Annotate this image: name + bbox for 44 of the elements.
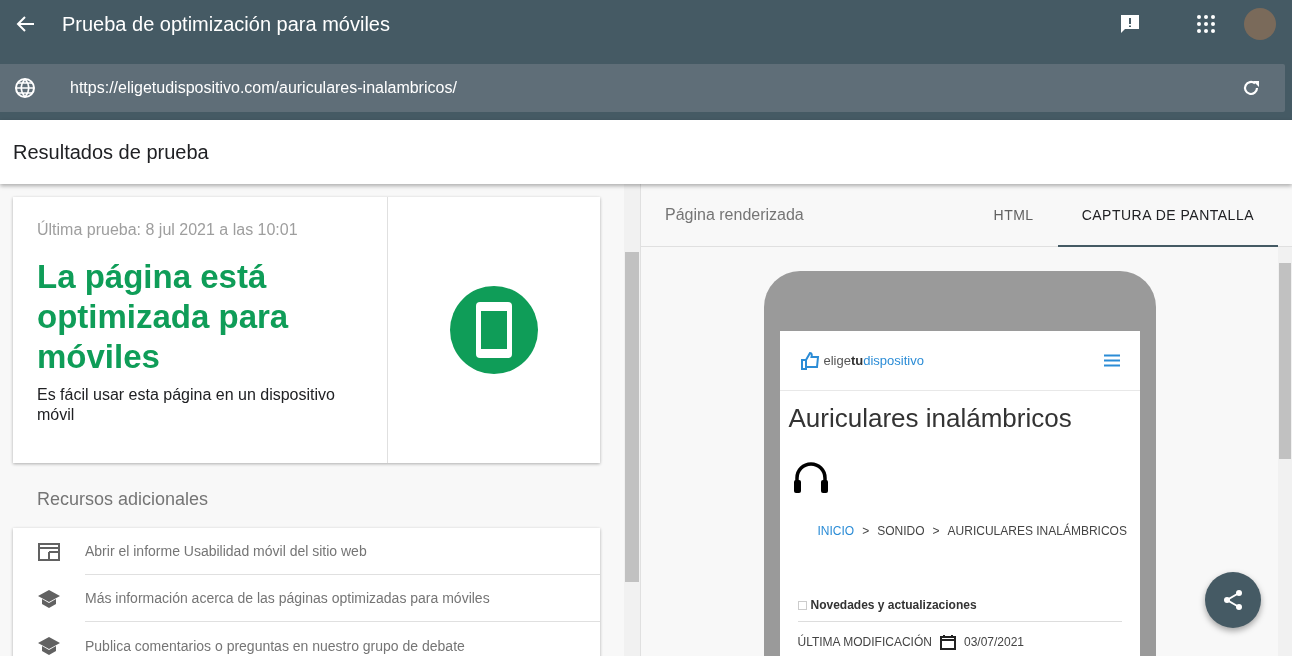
breadcrumb-text: > (932, 524, 940, 538)
url-field[interactable]: https://eligetudispositivo.com/auriculares-inalambricos/ (68, 78, 1239, 98)
page-heading: Auriculares inalámbricos (788, 403, 1073, 434)
web-layout-icon (38, 542, 60, 561)
thumbs-up-icon (799, 351, 820, 370)
preview-tab[interactable]: HTML (969, 184, 1058, 247)
last-test-text: Última prueba: 8 jul 2021 a las 10:01 (37, 221, 299, 239)
preview-title: Página renderizada (665, 206, 804, 224)
site-logo[interactable]: eligetudispositivo (823, 353, 1104, 368)
verdict-heading: La página está optimizada para móviles (37, 257, 290, 377)
feedback-icon (1119, 13, 1141, 35)
apps-grid-icon (1197, 15, 1215, 33)
address-bar[interactable]: https://eligetudispositivo.com/auriculares-inalambricos/ (0, 64, 1285, 112)
headphones-icon (792, 460, 829, 494)
checkbox-icon (797, 600, 807, 610)
section-title: Novedades y actualizaciones (810, 598, 977, 612)
graduation-cap-icon (37, 635, 61, 656)
resource-link[interactable]: Publica comentarios o preguntas en nuestro grupo de debate (13, 622, 600, 656)
preview-tab[interactable]: CAPTURA DE PANTALLA (1057, 184, 1278, 247)
mobile-phone-icon (450, 286, 538, 374)
refresh-icon (1242, 79, 1260, 97)
modified-date: 03/07/2021 (963, 635, 1024, 649)
resource-link[interactable]: Más información acerca de las páginas optimizadas para móviles (13, 575, 600, 622)
scrollbar[interactable] (1278, 247, 1292, 656)
menu-icon[interactable] (1103, 354, 1120, 367)
verdict-detail: Es fácil usar esta página en un dispositivo móvil (37, 385, 336, 425)
resource-link[interactable]: Abrir el informe Usabilidad móvil del sitio web (13, 528, 600, 575)
calendar-icon (939, 634, 956, 650)
share-icon (1222, 589, 1244, 611)
feedback-button[interactable] (1118, 12, 1142, 36)
globe-icon (14, 77, 36, 99)
back-arrow-icon (16, 14, 36, 34)
modified-label: ÚLTIMA MODIFICACIÓN (797, 635, 932, 649)
app-title: Prueba de optimización para móviles (62, 12, 391, 36)
results-heading: Resultados de prueba (13, 140, 209, 164)
graduation-cap-icon (37, 588, 61, 609)
breadcrumb-text: SONIDO (877, 524, 925, 538)
breadcrumb-text: AURICULARES INALÁMBRICOS (947, 524, 1127, 538)
breadcrumb-link[interactable]: INICIO (817, 524, 855, 538)
apps-button[interactable] (1194, 12, 1218, 36)
scrollbar[interactable] (624, 184, 640, 656)
breadcrumb-text: > (862, 524, 870, 538)
resources-heading: Recursos adicionales (37, 489, 210, 510)
share-button[interactable] (1205, 572, 1261, 628)
